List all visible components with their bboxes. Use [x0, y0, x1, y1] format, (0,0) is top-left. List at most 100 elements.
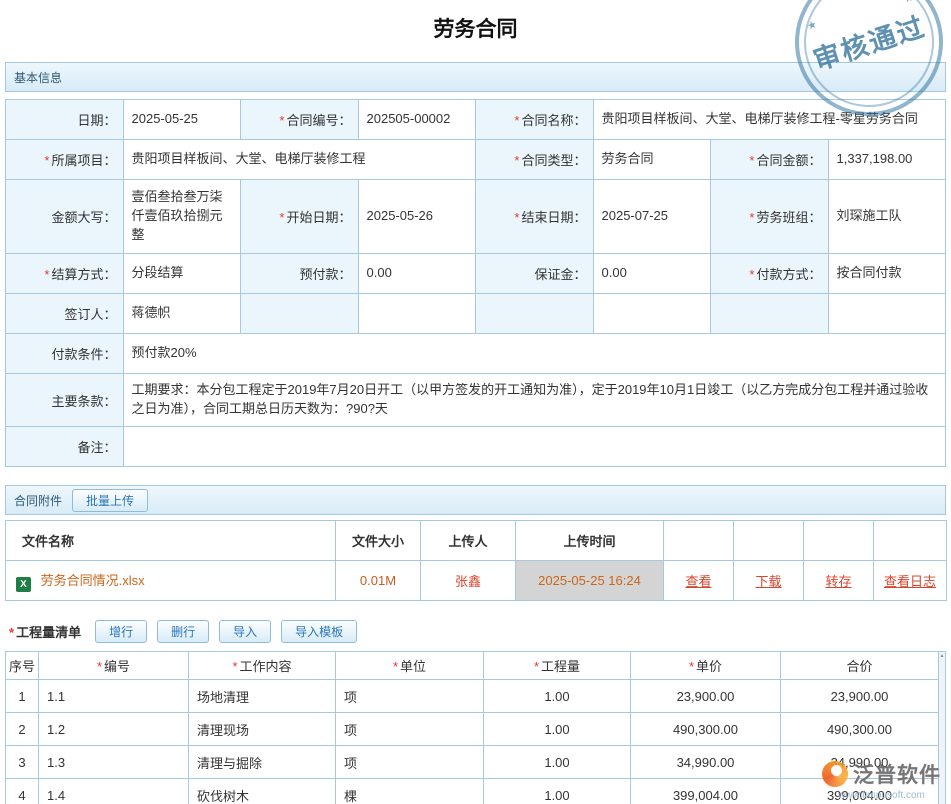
empty-label-cell	[711, 294, 829, 334]
view-link[interactable]: 查看	[685, 574, 711, 589]
boq-row: 3 1.3 清理与掘除 项 1.00 34,990.00 34,990.00	[6, 746, 939, 779]
boq-row: 1 1.1 场地清理 项 1.00 23,900.00 23,900.00	[6, 680, 939, 713]
required-mark: *	[279, 210, 284, 225]
cell-code: 1.2	[39, 713, 189, 746]
col-header-action	[734, 521, 804, 561]
col-header-seq: 序号	[6, 652, 39, 680]
cell-code: 1.1	[39, 680, 189, 713]
cell-total: 490,300.00	[781, 713, 939, 746]
cell-price: 490,300.00	[631, 713, 781, 746]
cell-content: 场地清理	[189, 680, 336, 713]
required-mark: *	[749, 267, 754, 282]
value-contract-no: 202505-00002	[358, 100, 476, 140]
label-signer: 签订人：	[6, 294, 124, 334]
label-labor-team: *劳务班组：	[711, 180, 829, 254]
attachments-section-header: 合同附件 批量上传	[5, 485, 946, 515]
empty-value-cell	[593, 294, 711, 334]
attachments-section-title: 合同附件	[14, 492, 62, 509]
value-remarks	[123, 427, 946, 467]
action-cell: 查看日志	[874, 561, 947, 601]
logo-icon	[822, 761, 848, 787]
required-mark: *	[749, 153, 754, 168]
cell-quantity: 1.00	[484, 779, 631, 804]
logo-url: www.fanpusoft.com	[822, 790, 941, 801]
required-mark: *	[689, 659, 694, 674]
value-settlement-method: 分段结算	[123, 254, 241, 294]
transfer-link[interactable]: 转存	[825, 574, 851, 589]
cell-price: 34,990.00	[631, 746, 781, 779]
delete-row-button[interactable]: 删行	[157, 620, 209, 643]
cell-unit: 项	[336, 680, 484, 713]
attachment-row: X 劳务合同情况.xlsx 0.01M 张鑫 2025-05-25 16:24 …	[6, 561, 947, 601]
action-cell: 下载	[734, 561, 804, 601]
required-mark: *	[232, 659, 237, 674]
value-signer: 蒋德帜	[123, 294, 241, 334]
col-header-file-name: 文件名称	[6, 521, 336, 561]
view-log-link[interactable]: 查看日志	[884, 574, 936, 589]
download-link[interactable]: 下载	[755, 574, 781, 589]
value-advance-payment: 0.00	[358, 254, 476, 294]
col-header-unit: *单位	[336, 652, 484, 680]
required-mark: *	[44, 153, 49, 168]
batch-upload-button[interactable]: 批量上传	[72, 489, 148, 512]
attachment-uploader: 张鑫	[421, 561, 516, 601]
add-row-button[interactable]: 增行	[95, 620, 147, 643]
cell-content: 清理现场	[189, 713, 336, 746]
action-cell: 转存	[804, 561, 874, 601]
cell-content: 清理与掘除	[189, 746, 336, 779]
col-header-upload-time: 上传时间	[516, 521, 664, 561]
label-contract-type: *合同类型：	[476, 140, 594, 180]
label-project: *所属项目：	[6, 140, 124, 180]
cell-code: 1.4	[39, 779, 189, 804]
col-header-uploader: 上传人	[421, 521, 516, 561]
cell-seq: 1	[6, 680, 39, 713]
value-project: 贵阳项目样板间、大堂、电梯厅装修工程	[123, 140, 476, 180]
required-mark: *	[514, 210, 519, 225]
cell-total: 23,900.00	[781, 680, 939, 713]
label-main-terms: 主要条款：	[6, 374, 124, 427]
basic-info-section: 基本信息 日期： 2025-05-25 *合同编号： 202505-00002 …	[5, 62, 946, 467]
cell-quantity: 1.00	[484, 713, 631, 746]
value-main-terms: 工期要求：本分包工程定于2019年7月20日开工（以甲方签发的开工通知为准），定…	[123, 374, 946, 427]
required-mark: *	[514, 153, 519, 168]
value-labor-team: 刘琛施工队	[828, 180, 946, 254]
excel-icon: X	[16, 577, 31, 592]
cell-seq: 4	[6, 779, 39, 804]
boq-table-wrap: 序号 *编号 *工作内容 *单位 *工程量 *单价 合价 1 1.1 场地清理 …	[5, 651, 946, 804]
col-header-price: *单价	[631, 652, 781, 680]
cell-unit: 项	[336, 746, 484, 779]
label-date: 日期：	[6, 100, 124, 140]
col-header-action	[804, 521, 874, 561]
fanpu-logo: 泛普软件 www.fanpusoft.com	[822, 759, 941, 801]
value-start-date: 2025-05-26	[358, 180, 476, 254]
value-contract-name: 贵阳项目样板间、大堂、电梯厅装修工程-零星劳务合同	[593, 100, 946, 140]
import-template-button[interactable]: 导入模板	[281, 620, 357, 643]
col-header-code: *编号	[39, 652, 189, 680]
label-advance-payment: 预付款：	[241, 254, 359, 294]
value-contract-type: 劳务合同	[593, 140, 711, 180]
boq-section-title: *工程量清单	[9, 622, 81, 641]
import-button[interactable]: 导入	[219, 620, 271, 643]
required-mark: *	[279, 113, 284, 128]
attachment-file-cell: X 劳务合同情况.xlsx	[6, 561, 336, 601]
required-mark: *	[749, 210, 754, 225]
cell-code: 1.3	[39, 746, 189, 779]
cell-content: 砍伐树木	[189, 779, 336, 804]
scroll-up-icon[interactable]: ▲	[940, 653, 945, 659]
label-payment-method: *付款方式：	[711, 254, 829, 294]
required-mark: *	[534, 659, 539, 674]
logo-name: 泛普软件	[853, 759, 941, 789]
boq-section: *工程量清单 增行 删行 导入 导入模板 序号 *编号 *工作内容 *单位 *工…	[5, 616, 946, 804]
cell-price: 23,900.00	[631, 680, 781, 713]
required-mark: *	[514, 113, 519, 128]
label-amount-in-words: 金额大写：	[6, 180, 124, 254]
value-deposit: 0.00	[593, 254, 711, 294]
boq-row: 4 1.4 砍伐树木 棵 1.00 399,004.00 399,004.00	[6, 779, 939, 804]
attachment-file-name[interactable]: 劳务合同情况.xlsx	[41, 573, 145, 588]
required-mark: *	[44, 267, 49, 282]
cell-quantity: 1.00	[484, 746, 631, 779]
boq-row: 2 1.2 清理现场 项 1.00 490,300.00 490,300.00	[6, 713, 939, 746]
cell-seq: 3	[6, 746, 39, 779]
required-mark: *	[393, 659, 398, 674]
boq-section-header: *工程量清单 增行 删行 导入 导入模板	[5, 616, 946, 646]
